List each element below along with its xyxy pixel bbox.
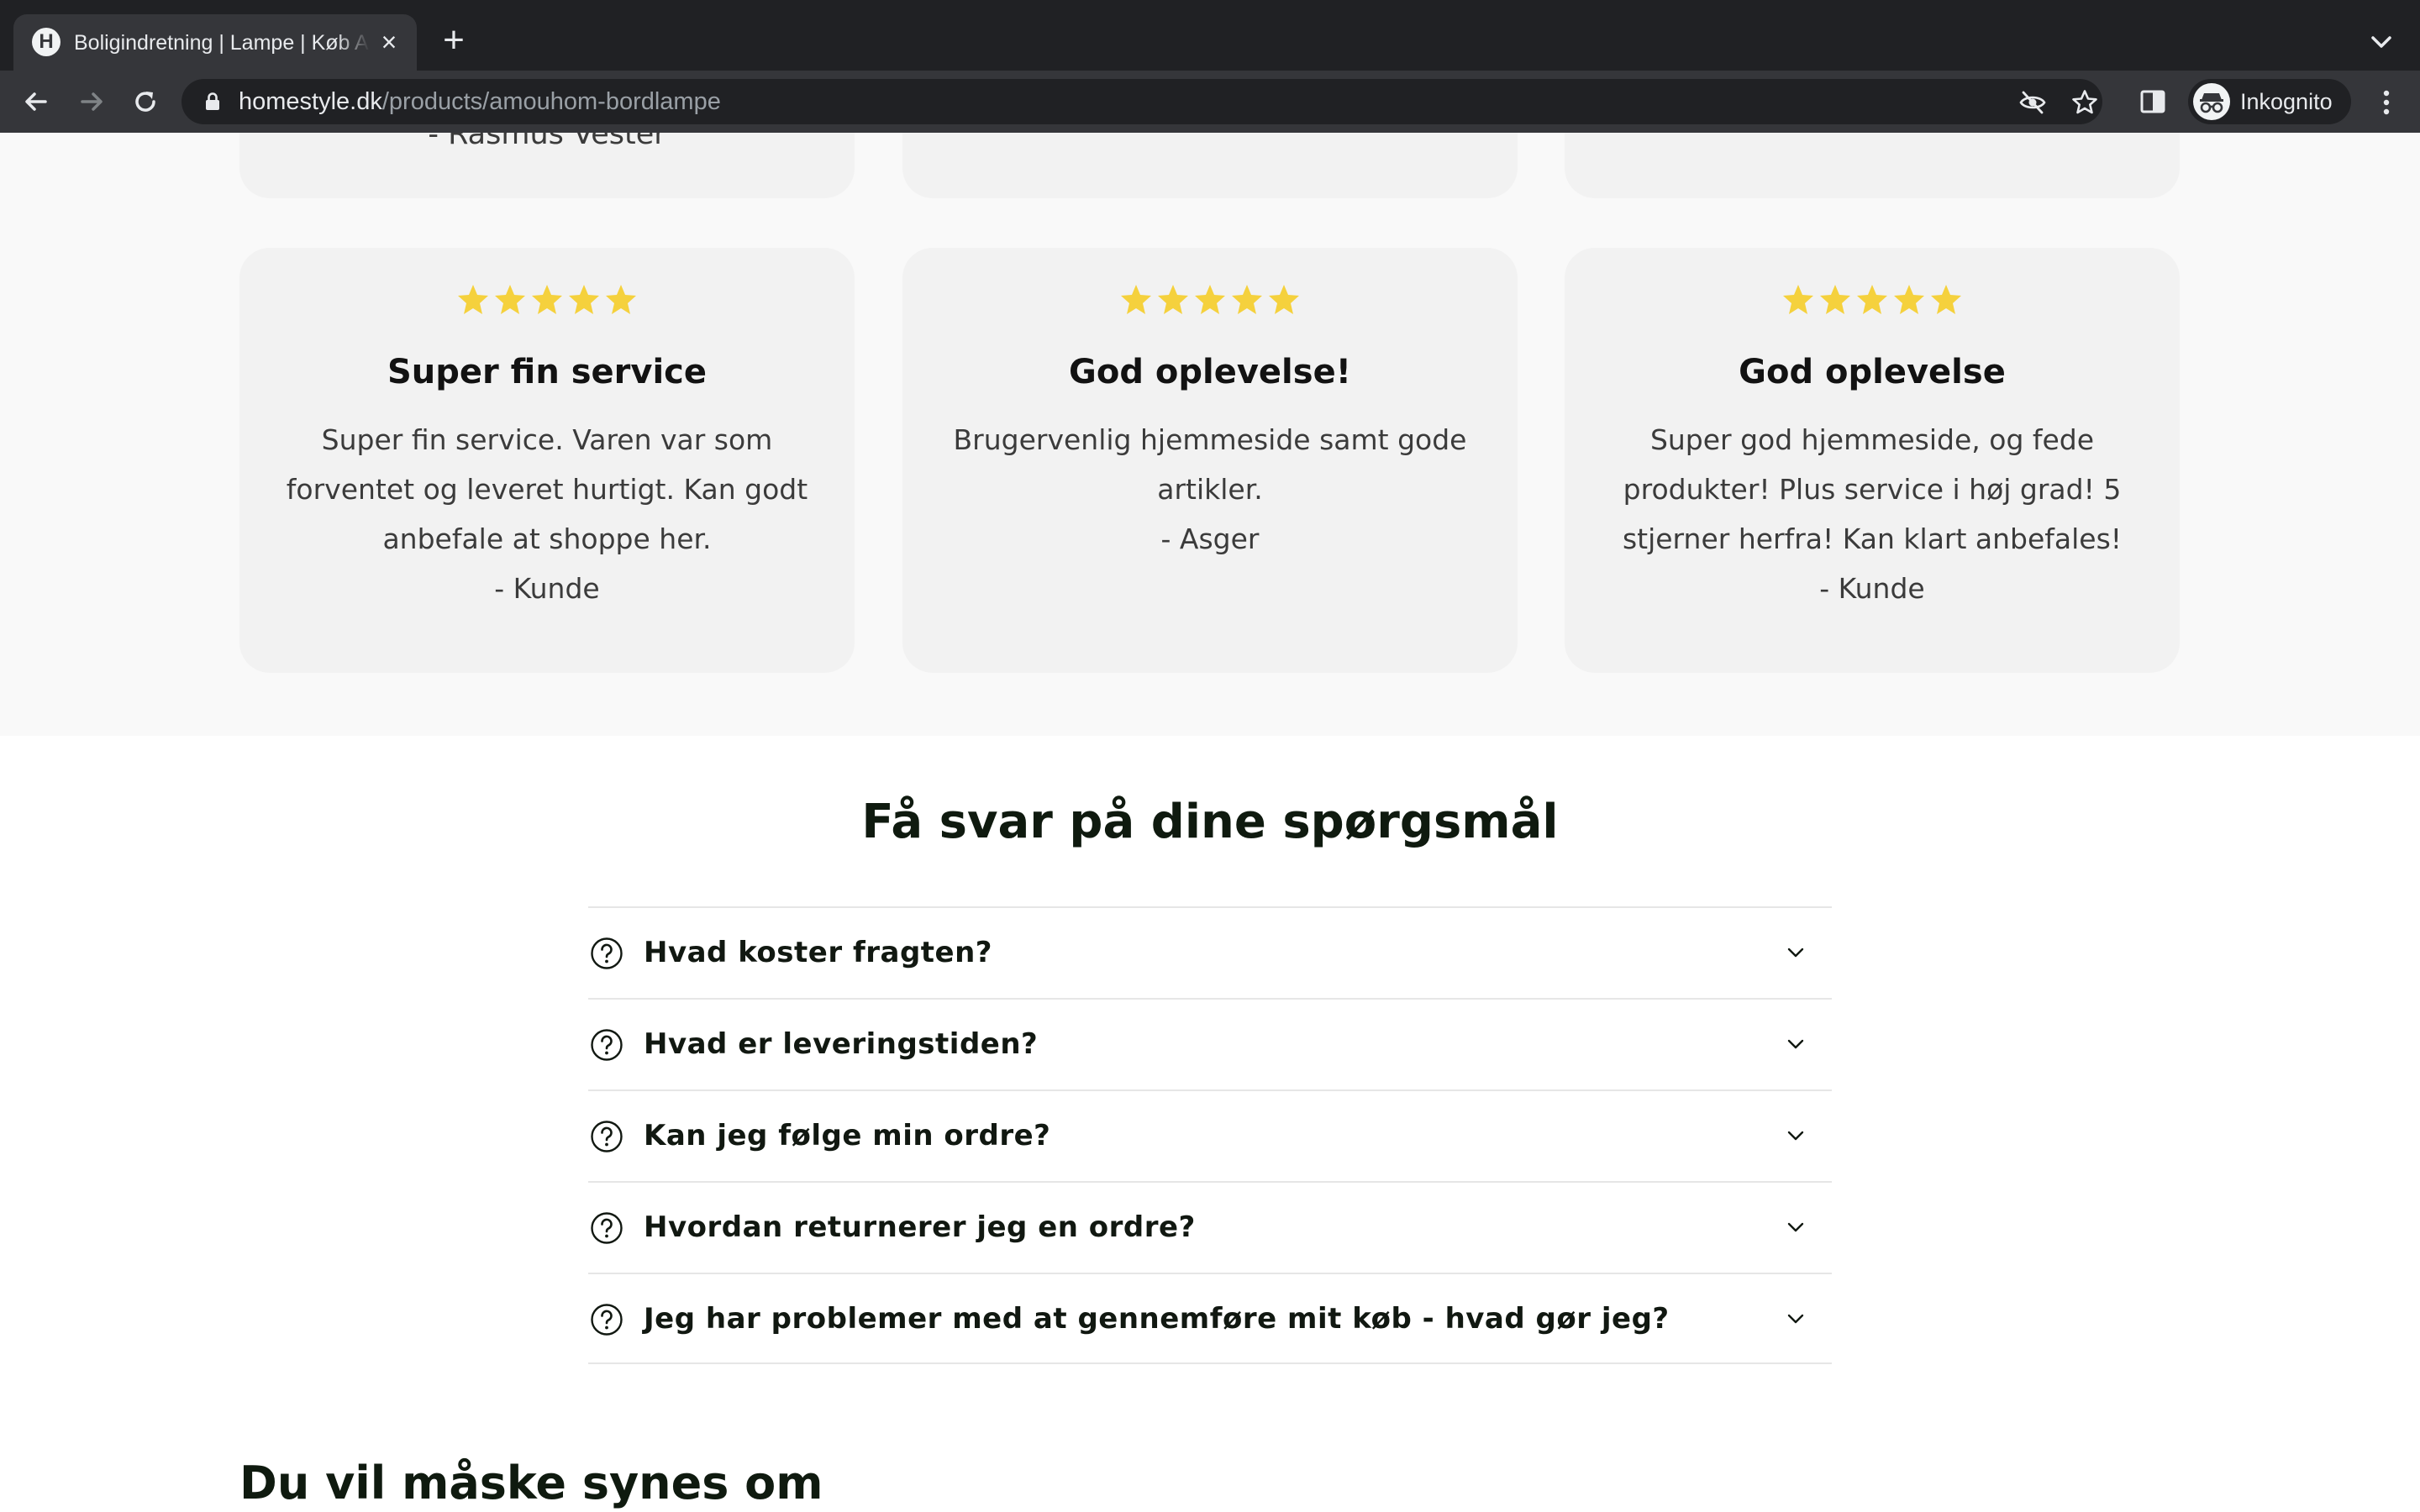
faq-item[interactable]: Hvordan returnerer jeg en ordre? <box>588 1181 1832 1273</box>
url-text[interactable]: homestyle.dk/products/amouhom-bordlampe <box>239 87 721 117</box>
star-icon <box>532 285 562 314</box>
review-body: Brugervenlig hjemmeside samt gode artikl… <box>944 415 1476 564</box>
incognito-label: Inkognito <box>2240 89 2333 114</box>
site-favicon-icon: H <box>32 28 60 56</box>
star-rating <box>1565 283 2180 325</box>
browser-tab-active[interactable]: H Boligindretning | Lampe | Køb A × <box>13 14 417 71</box>
star-icon <box>1121 285 1151 314</box>
browser-toolbar: homestyle.dk/products/amouhom-bordlampe … <box>0 71 2420 133</box>
question-circle-icon <box>590 1303 623 1336</box>
star-icon <box>1158 285 1188 314</box>
tab-close-icon[interactable]: × <box>375 28 403 56</box>
page-viewport: - Rasmus Vester Super fin service Super … <box>0 133 2420 1512</box>
bookmark-star-icon[interactable] <box>2070 88 2099 117</box>
star-icon <box>458 285 488 314</box>
chevron-down-icon <box>1785 1308 1807 1330</box>
new-tab-button[interactable]: + <box>434 20 474 60</box>
star-icon <box>495 285 525 314</box>
star-icon <box>1783 285 1813 314</box>
incognito-icon <box>2193 83 2230 120</box>
question-circle-icon <box>590 1028 623 1062</box>
question-circle-icon <box>590 1211 623 1245</box>
tab-strip: H Boligindretning | Lampe | Køb A × + <box>0 0 2420 71</box>
tab-title: Boligindretning | Lampe | Køb A <box>74 31 369 55</box>
star-rating <box>902 283 1518 325</box>
address-bar[interactable]: homestyle.dk/products/amouhom-bordlampe <box>182 79 2102 124</box>
incognito-profile-button[interactable]: Inkognito <box>2188 79 2351 124</box>
review-text: Super fin service. Varen var som forvent… <box>286 423 808 555</box>
faq-question: Jeg har problemer med at gennemføre mit … <box>644 1302 1670 1336</box>
faq-item[interactable]: Kan jeg følge min ordre? <box>588 1089 1832 1181</box>
review-author: - Kunde <box>1819 572 1925 605</box>
reviews-section: - Rasmus Vester Super fin service Super … <box>0 133 2420 736</box>
question-circle-icon <box>590 1120 623 1153</box>
review-author: - Rasmus Vester <box>428 133 666 151</box>
review-title: God oplevelse <box>1739 353 2006 391</box>
star-icon <box>1931 285 1961 314</box>
review-title: Super fin service <box>387 353 708 391</box>
lock-icon[interactable] <box>202 91 224 113</box>
browser-menu-icon[interactable] <box>2370 86 2403 119</box>
star-icon <box>1232 285 1262 314</box>
review-card: Super fin service Super fin service. Var… <box>239 248 855 673</box>
chevron-down-icon <box>1785 1033 1807 1055</box>
review-card-partial <box>1565 133 2180 198</box>
faq-heading: Få svar på dine spørgsmål <box>861 795 1559 849</box>
faq-item[interactable]: Jeg har problemer med at gennemføre mit … <box>588 1273 1832 1364</box>
chevron-down-icon <box>1785 942 1807 963</box>
star-icon <box>1894 285 1924 314</box>
review-card-partial <box>902 133 1518 198</box>
url-host: homestyle.dk <box>239 88 382 115</box>
star-rating <box>239 283 855 325</box>
question-circle-icon <box>590 937 623 970</box>
faq-item[interactable]: Hvad er leveringstiden? <box>588 998 1832 1089</box>
review-author: - Kunde <box>494 572 600 605</box>
faq-accordion: Hvad koster fragten? Hvad er leveringsti… <box>588 906 1832 1364</box>
star-icon <box>1857 285 1887 314</box>
review-body: Super fin service. Varen var som forvent… <box>281 415 813 613</box>
faq-question: Hvordan returnerer jeg en ordre? <box>644 1210 1196 1244</box>
side-panel-icon[interactable] <box>2139 87 2167 116</box>
reload-button[interactable] <box>126 82 165 121</box>
star-icon <box>1195 285 1225 314</box>
star-icon <box>1820 285 1850 314</box>
related-products-heading: Du vil måske synes om <box>239 1457 823 1509</box>
tab-title-fade <box>336 29 370 57</box>
forward-button[interactable] <box>72 82 111 121</box>
back-button[interactable] <box>17 82 55 121</box>
review-card: God oplevelse! Brugervenlig hjemmeside s… <box>902 248 1518 673</box>
tab-search-chevron-icon[interactable] <box>2361 22 2402 62</box>
star-icon <box>569 285 599 314</box>
eye-off-icon[interactable] <box>2018 88 2047 117</box>
chevron-down-icon <box>1785 1125 1807 1147</box>
review-card-partial: - Rasmus Vester <box>239 133 855 198</box>
faq-question: Kan jeg følge min ordre? <box>644 1119 1051 1152</box>
review-text: Brugervenlig hjemmeside samt gode artikl… <box>953 423 1467 506</box>
faq-question: Hvad er leveringstiden? <box>644 1027 1039 1061</box>
faq-item[interactable]: Hvad koster fragten? <box>588 906 1832 998</box>
review-body: Super god hjemmeside, og fede produkter!… <box>1607 415 2138 613</box>
review-title: God oplevelse! <box>1069 353 1351 391</box>
review-author: - Asger <box>1160 522 1260 555</box>
url-path: /products/amouhom-bordlampe <box>381 88 721 115</box>
review-text: Super god hjemmeside, og fede produkter!… <box>1622 423 2123 555</box>
star-icon <box>1269 285 1299 314</box>
review-card: God oplevelse Super god hjemmeside, og f… <box>1565 248 2180 673</box>
star-icon <box>606 285 636 314</box>
faq-question: Hvad koster fragten? <box>644 936 993 969</box>
chevron-down-icon <box>1785 1216 1807 1238</box>
